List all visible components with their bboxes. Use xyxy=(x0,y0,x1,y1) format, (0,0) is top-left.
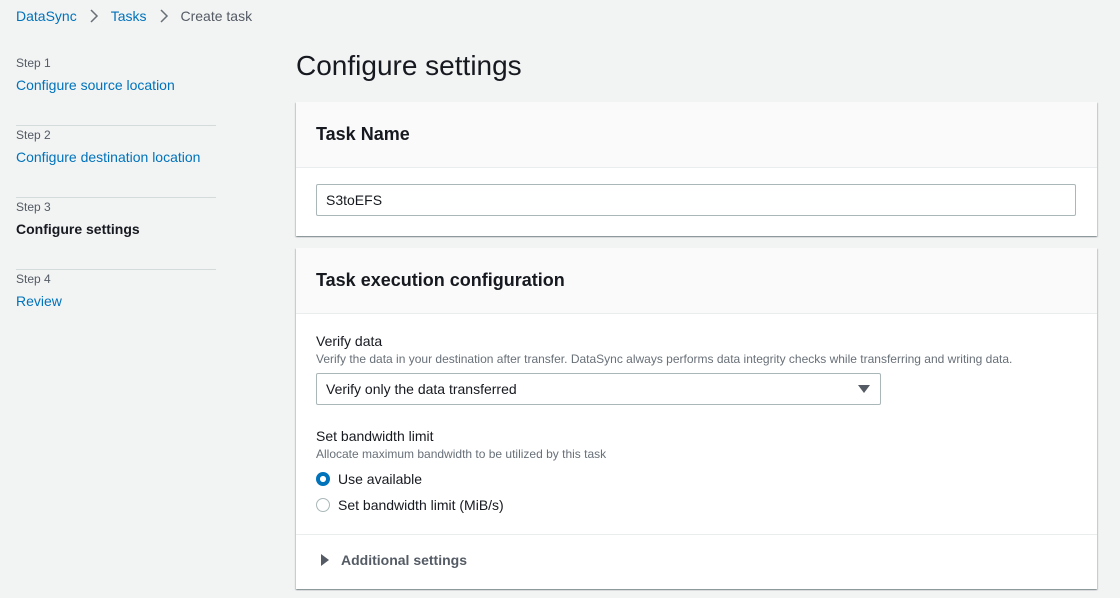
wizard-steps: Step 1 Configure source location Step 2 … xyxy=(16,54,216,342)
task-name-panel: Task Name S3toEFS xyxy=(296,102,1097,236)
step-3: Step 3 Configure settings xyxy=(16,198,216,270)
select-value: Verify only the data transferred xyxy=(326,381,517,397)
verify-data-select[interactable]: Verify only the data transferred xyxy=(316,373,881,405)
chevron-right-icon xyxy=(159,9,169,23)
radio-checked-icon[interactable] xyxy=(316,472,330,486)
breadcrumb: DataSync Tasks Create task xyxy=(16,6,252,26)
bandwidth-field: Set bandwidth limit Allocate maximum ban… xyxy=(316,427,1077,518)
chevron-right-icon xyxy=(89,9,99,23)
task-name-input[interactable]: S3toEFS xyxy=(316,184,1076,216)
breadcrumb-datasync-link[interactable]: DataSync xyxy=(16,8,77,24)
panel-header: Task Name xyxy=(296,102,1097,168)
step-current-configure-settings: Configure settings xyxy=(16,221,140,237)
caret-right-icon xyxy=(321,554,329,566)
radio-label: Set bandwidth limit (MiB/s) xyxy=(338,497,504,513)
step-link-source-location[interactable]: Configure source location xyxy=(16,76,216,94)
caret-down-icon xyxy=(858,384,870,394)
step-number: Step 2 xyxy=(16,128,51,142)
step-4: Step 4 Review xyxy=(16,270,216,342)
additional-settings-toggle[interactable]: Additional settings xyxy=(320,552,467,568)
verify-data-field: Verify data Verify the data in your dest… xyxy=(316,332,1077,405)
task-execution-panel: Task execution configuration Verify data… xyxy=(296,248,1097,589)
field-label: Set bandwidth limit xyxy=(316,428,434,444)
page-title: Configure settings xyxy=(296,50,522,81)
radio-label: Use available xyxy=(338,471,423,487)
field-label: Verify data xyxy=(316,333,383,349)
divider xyxy=(296,534,1097,535)
breadcrumb-tasks-link[interactable]: Tasks xyxy=(111,8,147,24)
radio-use-available[interactable]: Use available xyxy=(316,466,1077,492)
step-1: Step 1 Configure source location xyxy=(16,54,216,126)
field-description: Allocate maximum bandwidth to be utilize… xyxy=(316,447,607,461)
step-2: Step 2 Configure destination location xyxy=(16,126,216,198)
panel-header: Task execution configuration xyxy=(296,248,1097,314)
additional-settings-label: Additional settings xyxy=(341,552,467,568)
breadcrumb-current: Create task xyxy=(180,8,253,24)
step-link-review[interactable]: Review xyxy=(16,292,216,310)
field-description: Verify the data in your destination afte… xyxy=(316,352,1013,366)
step-number: Step 3 xyxy=(16,200,51,214)
step-link-destination-location[interactable]: Configure destination location xyxy=(16,148,216,166)
radio-unchecked-icon[interactable] xyxy=(316,498,330,512)
step-number: Step 4 xyxy=(16,272,51,286)
radio-set-bandwidth-limit[interactable]: Set bandwidth limit (MiB/s) xyxy=(316,492,1077,518)
step-number: Step 1 xyxy=(16,56,51,70)
